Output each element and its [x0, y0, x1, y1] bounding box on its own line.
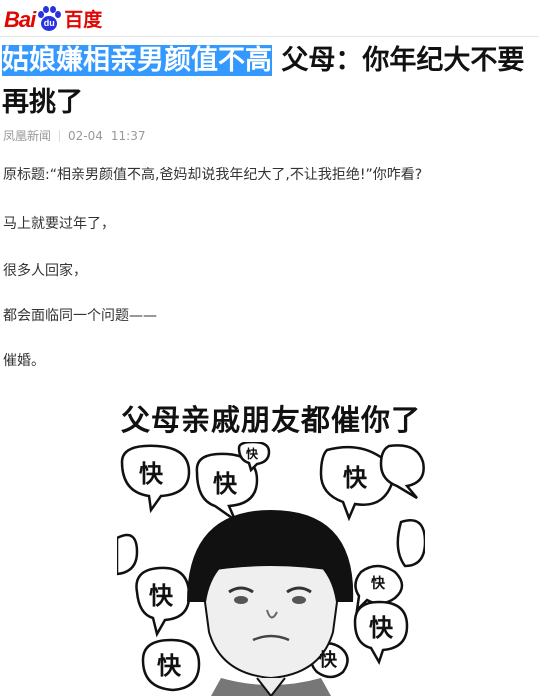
article-meta: 凤凰新闻 02-04 11:37 — [3, 127, 145, 144]
paw-icon: du — [36, 6, 62, 32]
bubble-word: 快 — [139, 460, 164, 488]
bubble-word: 快 — [319, 649, 338, 671]
paragraph: 催婚。 — [3, 353, 45, 369]
logo-text-left: Bai — [4, 7, 36, 32]
bubble-word: 快 — [157, 652, 182, 680]
article-date: 02-04 — [68, 128, 103, 143]
meme-illustration: 快 快 快 快 快 快 快 快 快 — [117, 442, 425, 696]
headline-highlight: 姑娘嫌相亲男颜值不高 — [2, 45, 272, 76]
article-source[interactable]: 凤凰新闻 — [3, 127, 51, 144]
paragraph: 马上就要过年了， — [3, 216, 115, 232]
paragraph: 原标题:“相亲男颜值不高,爸妈却说我年纪大了,不让我拒绝!”你咋看? — [3, 167, 423, 183]
bubble-word: 快 — [213, 470, 238, 498]
paragraph: 很多人回家， — [3, 263, 87, 279]
article-headline: 姑娘嫌相亲男颜值不高 父母：你年纪大不要再挑了 — [2, 40, 537, 124]
bubble-word: 快 — [246, 446, 259, 461]
speech-bubble — [396, 519, 425, 568]
logo-text-right: 百度 — [64, 9, 103, 31]
bubble-word: 快 — [371, 575, 386, 592]
bubble-word: 快 — [343, 464, 368, 492]
speech-bubble — [117, 533, 139, 576]
article-time: 11:37 — [110, 128, 146, 143]
top-bar: Bai du 百度 — [0, 0, 539, 37]
baidu-logo[interactable]: Bai du 百度 — [4, 4, 102, 32]
meta-divider — [59, 129, 61, 142]
bubble-word: 快 — [369, 614, 394, 642]
meme-image: 父母亲戚朋友都催你了 快 快 快 快 快 快 快 快 快 — [117, 400, 425, 696]
logo-mark-text: du — [43, 18, 55, 28]
meme-title: 父母亲戚朋友都催你了 — [120, 403, 421, 437]
bubble-word: 快 — [149, 582, 174, 610]
paragraph: 都会面临同一个问题—— — [3, 308, 157, 324]
